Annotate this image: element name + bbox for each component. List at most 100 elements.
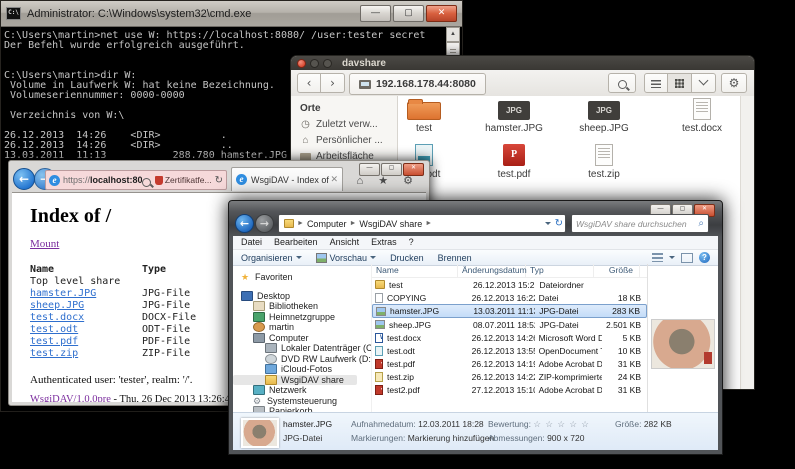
close-button[interactable]: ✕ [426, 5, 457, 22]
file-row-selected[interactable]: hamster.JPG13.03.2011 11:13 JPG-Datei283… [372, 304, 647, 318]
nav-item-wsgidav-share[interactable]: WsgiDAV share [233, 375, 357, 386]
scroll-up-icon[interactable]: ▲ [446, 27, 460, 42]
burn-button[interactable]: Brennen [438, 253, 472, 263]
breadcrumb[interactable]: ► Computer ► WsgiDAV share ► ↻ [278, 214, 566, 233]
wsgidav-link[interactable]: WsgiDAV/1.0.0pre [30, 394, 111, 402]
views-icon[interactable] [652, 253, 663, 262]
nav-item-local-disk[interactable]: Lokaler Datenträger (C:) [233, 343, 371, 354]
file-link[interactable]: sheep.JPG [30, 300, 84, 311]
print-button[interactable]: Drucken [390, 253, 424, 263]
breadcrumb-folder[interactable]: WsgiDAV share [359, 219, 422, 229]
help-icon[interactable]: ? [699, 252, 710, 263]
menu-bar: Datei Bearbeiten Ansicht Extras ? [233, 236, 718, 250]
settings-button[interactable]: ⚙ [721, 73, 747, 93]
close-tab-icon[interactable]: ✕ [330, 174, 338, 185]
file-row[interactable]: test.zip26.12.2013 14:22 ZIP-komprimiert… [372, 370, 647, 383]
search-box[interactable]: WsgiDAV share durchsuchen ⌕ [571, 214, 709, 233]
maximize-icon[interactable] [323, 59, 332, 68]
nautilus-titlebar[interactable]: davshare [291, 56, 754, 70]
back-button[interactable]: ← [13, 168, 35, 190]
file-row[interactable]: ▼ test2.pdf27.12.2013 15:10 Adobe Acroba… [372, 383, 647, 396]
organize-button[interactable]: Organisieren [241, 253, 302, 263]
browser-tab[interactable]: e WsgiDAV - Index of / ✕ [231, 167, 343, 191]
list-view-icon [651, 80, 661, 88]
details-tags[interactable]: Markierungen: Markierung hinzufügen [351, 433, 494, 443]
file-link[interactable]: hamster.JPG [30, 288, 96, 299]
forward-button[interactable]: → [255, 214, 274, 233]
nav-item-bibliotheken[interactable]: Bibliotheken [233, 301, 371, 312]
chevron-down-icon [699, 76, 709, 86]
menu-help[interactable]: ? [409, 237, 414, 249]
file-link[interactable]: test.pdf [30, 336, 78, 347]
file-link[interactable]: test.zip [30, 348, 78, 359]
preview-pane-icon[interactable] [681, 253, 693, 263]
column-date[interactable]: Änderungsdatum [458, 264, 526, 277]
column-name[interactable]: Name [372, 264, 458, 277]
forward-button[interactable]: › [321, 73, 345, 93]
menu-extras[interactable]: Extras [371, 237, 397, 249]
sidebar-item-home[interactable]: ⌂ Persönlicher ... [300, 135, 397, 146]
nav-item-netzwerk[interactable]: Netzwerk [233, 385, 371, 396]
menu-ansicht[interactable]: Ansicht [330, 237, 360, 249]
nav-item-computer[interactable]: Computer [233, 333, 371, 344]
details-rating[interactable]: Bewertung: ☆ ☆ ☆ ☆ ☆ [488, 419, 590, 430]
menu-datei[interactable]: Datei [241, 237, 262, 249]
nav-item-martin[interactable]: martin [233, 322, 371, 333]
grid-view-button[interactable] [668, 73, 692, 93]
file-item-hamster[interactable]: JPG hamster.JPG [470, 100, 558, 134]
minimize-button[interactable]: — [360, 5, 391, 22]
nav-item-favoriten[interactable]: ★Favoriten [233, 272, 371, 283]
back-button[interactable]: ‹ [297, 73, 321, 93]
file-label: test.pdf [470, 169, 558, 180]
certificate-error-label[interactable]: Zertifikatfe... [165, 175, 212, 185]
file-link[interactable]: test.docx [30, 312, 84, 323]
word-file-icon: W [375, 333, 383, 343]
photos-icon [265, 364, 277, 374]
scrollbar-gutter[interactable] [740, 96, 754, 389]
refresh-icon[interactable]: ↻ [215, 175, 223, 186]
view-options-button[interactable] [692, 73, 716, 93]
file-link[interactable]: test.odt [30, 324, 78, 335]
search-button[interactable] [608, 73, 636, 93]
file-row[interactable]: test.odt26.12.2013 13:55 OpenDocument T.… [372, 344, 647, 357]
breadcrumb-computer[interactable]: Computer [307, 219, 347, 229]
nav-item-heimnetzgruppe[interactable]: Heimnetzgruppe [233, 312, 371, 323]
maximize-button[interactable]: ▢ [393, 5, 424, 22]
back-button[interactable]: ← [235, 214, 254, 233]
mount-link[interactable]: Mount [30, 238, 59, 250]
file-row[interactable]: COPYING26.12.2013 16:22 Datei18 KB [372, 291, 647, 304]
tab-title: WsgiDAV - Index of / [251, 175, 330, 185]
close-icon[interactable] [297, 59, 306, 68]
zip-file-icon [595, 144, 613, 166]
nav-item-dvd[interactable]: DVD RW Laufwerk (D:) [233, 354, 371, 365]
file-item-zip[interactable]: test.zip [560, 146, 648, 180]
nav-item-icloud-fotos[interactable]: iCloud-Fotos [233, 364, 371, 375]
menu-bearbeiten[interactable]: Bearbeiten [274, 237, 318, 249]
breadcrumb-caret-icon: ► [297, 220, 304, 227]
column-type[interactable]: Typ [526, 264, 594, 277]
search-icon[interactable] [142, 178, 151, 187]
location-button[interactable]: 192.168.178.44:8080 [349, 73, 486, 95]
minimize-icon[interactable] [310, 59, 319, 68]
refresh-icon[interactable]: ↻ [555, 218, 563, 229]
preview-pane [647, 264, 718, 413]
file-row[interactable]: W test.docx26.12.2013 14:26 Microsoft Wo… [372, 331, 647, 344]
file-item-docx[interactable]: test.docx [658, 100, 746, 134]
file-row[interactable]: ▼ test.pdf26.12.2013 14:19 Adobe Acrobat… [372, 357, 647, 370]
list-view-button[interactable] [644, 73, 668, 93]
views-caret-icon[interactable] [669, 256, 675, 259]
preview-button[interactable]: Vorschau [316, 253, 377, 263]
column-size[interactable]: Größe [594, 264, 640, 277]
file-item-test[interactable]: test [380, 100, 468, 134]
nav-item-systemsteuerung[interactable]: ⚙Systemsteuerung [233, 396, 371, 407]
file-row[interactable]: test26.12.2013 15:21 Dateiordner [372, 278, 647, 291]
file-item-pdf[interactable]: P test.pdf [470, 146, 558, 180]
address-bar[interactable]: e https://localhost:8080/ Zertifikatfe..… [45, 170, 227, 190]
file-row[interactable]: sheep.JPG08.07.2011 18:52 JPG-Datei2.501… [372, 318, 647, 331]
browser-action-icons[interactable]: ⌂ ★ ⚙ [357, 174, 419, 187]
cmd-titlebar[interactable]: C:\ Administrator: C:\Windows\system32\c… [1, 1, 462, 27]
user-icon [253, 322, 265, 332]
address-dropdown-icon[interactable] [545, 222, 551, 225]
nav-item-desktop[interactable]: Desktop [233, 291, 371, 302]
file-item-sheep[interactable]: JPG sheep.JPG [560, 100, 648, 134]
